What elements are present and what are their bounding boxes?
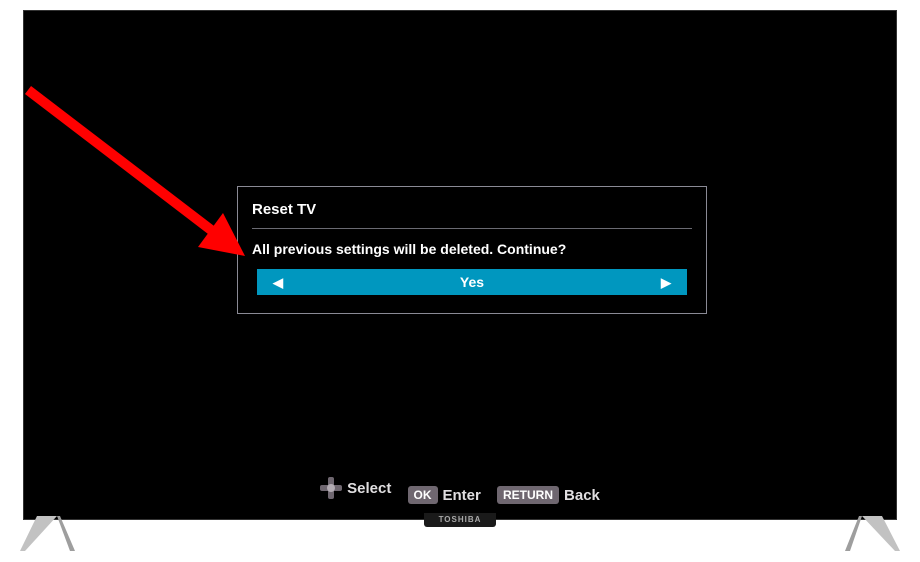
confirm-option[interactable]: ◀ Yes ▶ bbox=[257, 269, 687, 295]
return-button-icon: RETURN bbox=[497, 486, 559, 504]
hint-bar: Select OK Enter RETURN Back bbox=[24, 477, 896, 504]
hint-back: RETURN Back bbox=[497, 486, 600, 504]
dpad-icon bbox=[320, 477, 342, 499]
tv-screen: Reset TV All previous settings will be d… bbox=[23, 10, 897, 520]
reset-tv-dialog: Reset TV All previous settings will be d… bbox=[237, 186, 707, 314]
tv-stand-right bbox=[845, 516, 900, 551]
tv-stand-left bbox=[20, 516, 75, 551]
hint-enter: OK Enter bbox=[408, 486, 481, 504]
hint-back-label: Back bbox=[564, 487, 600, 504]
hint-enter-label: Enter bbox=[443, 487, 481, 504]
hint-select: Select bbox=[320, 477, 391, 499]
brand-badge: TOSHIBA bbox=[424, 513, 496, 527]
option-left-arrow-icon[interactable]: ◀ bbox=[273, 276, 283, 289]
ok-button-icon: OK bbox=[408, 486, 438, 504]
dialog-divider bbox=[252, 228, 692, 229]
hint-select-label: Select bbox=[347, 480, 391, 497]
dialog-title: Reset TV bbox=[252, 201, 692, 218]
option-label: Yes bbox=[283, 274, 661, 290]
dialog-message: All previous settings will be deleted. C… bbox=[252, 241, 692, 257]
option-right-arrow-icon[interactable]: ▶ bbox=[661, 276, 671, 289]
